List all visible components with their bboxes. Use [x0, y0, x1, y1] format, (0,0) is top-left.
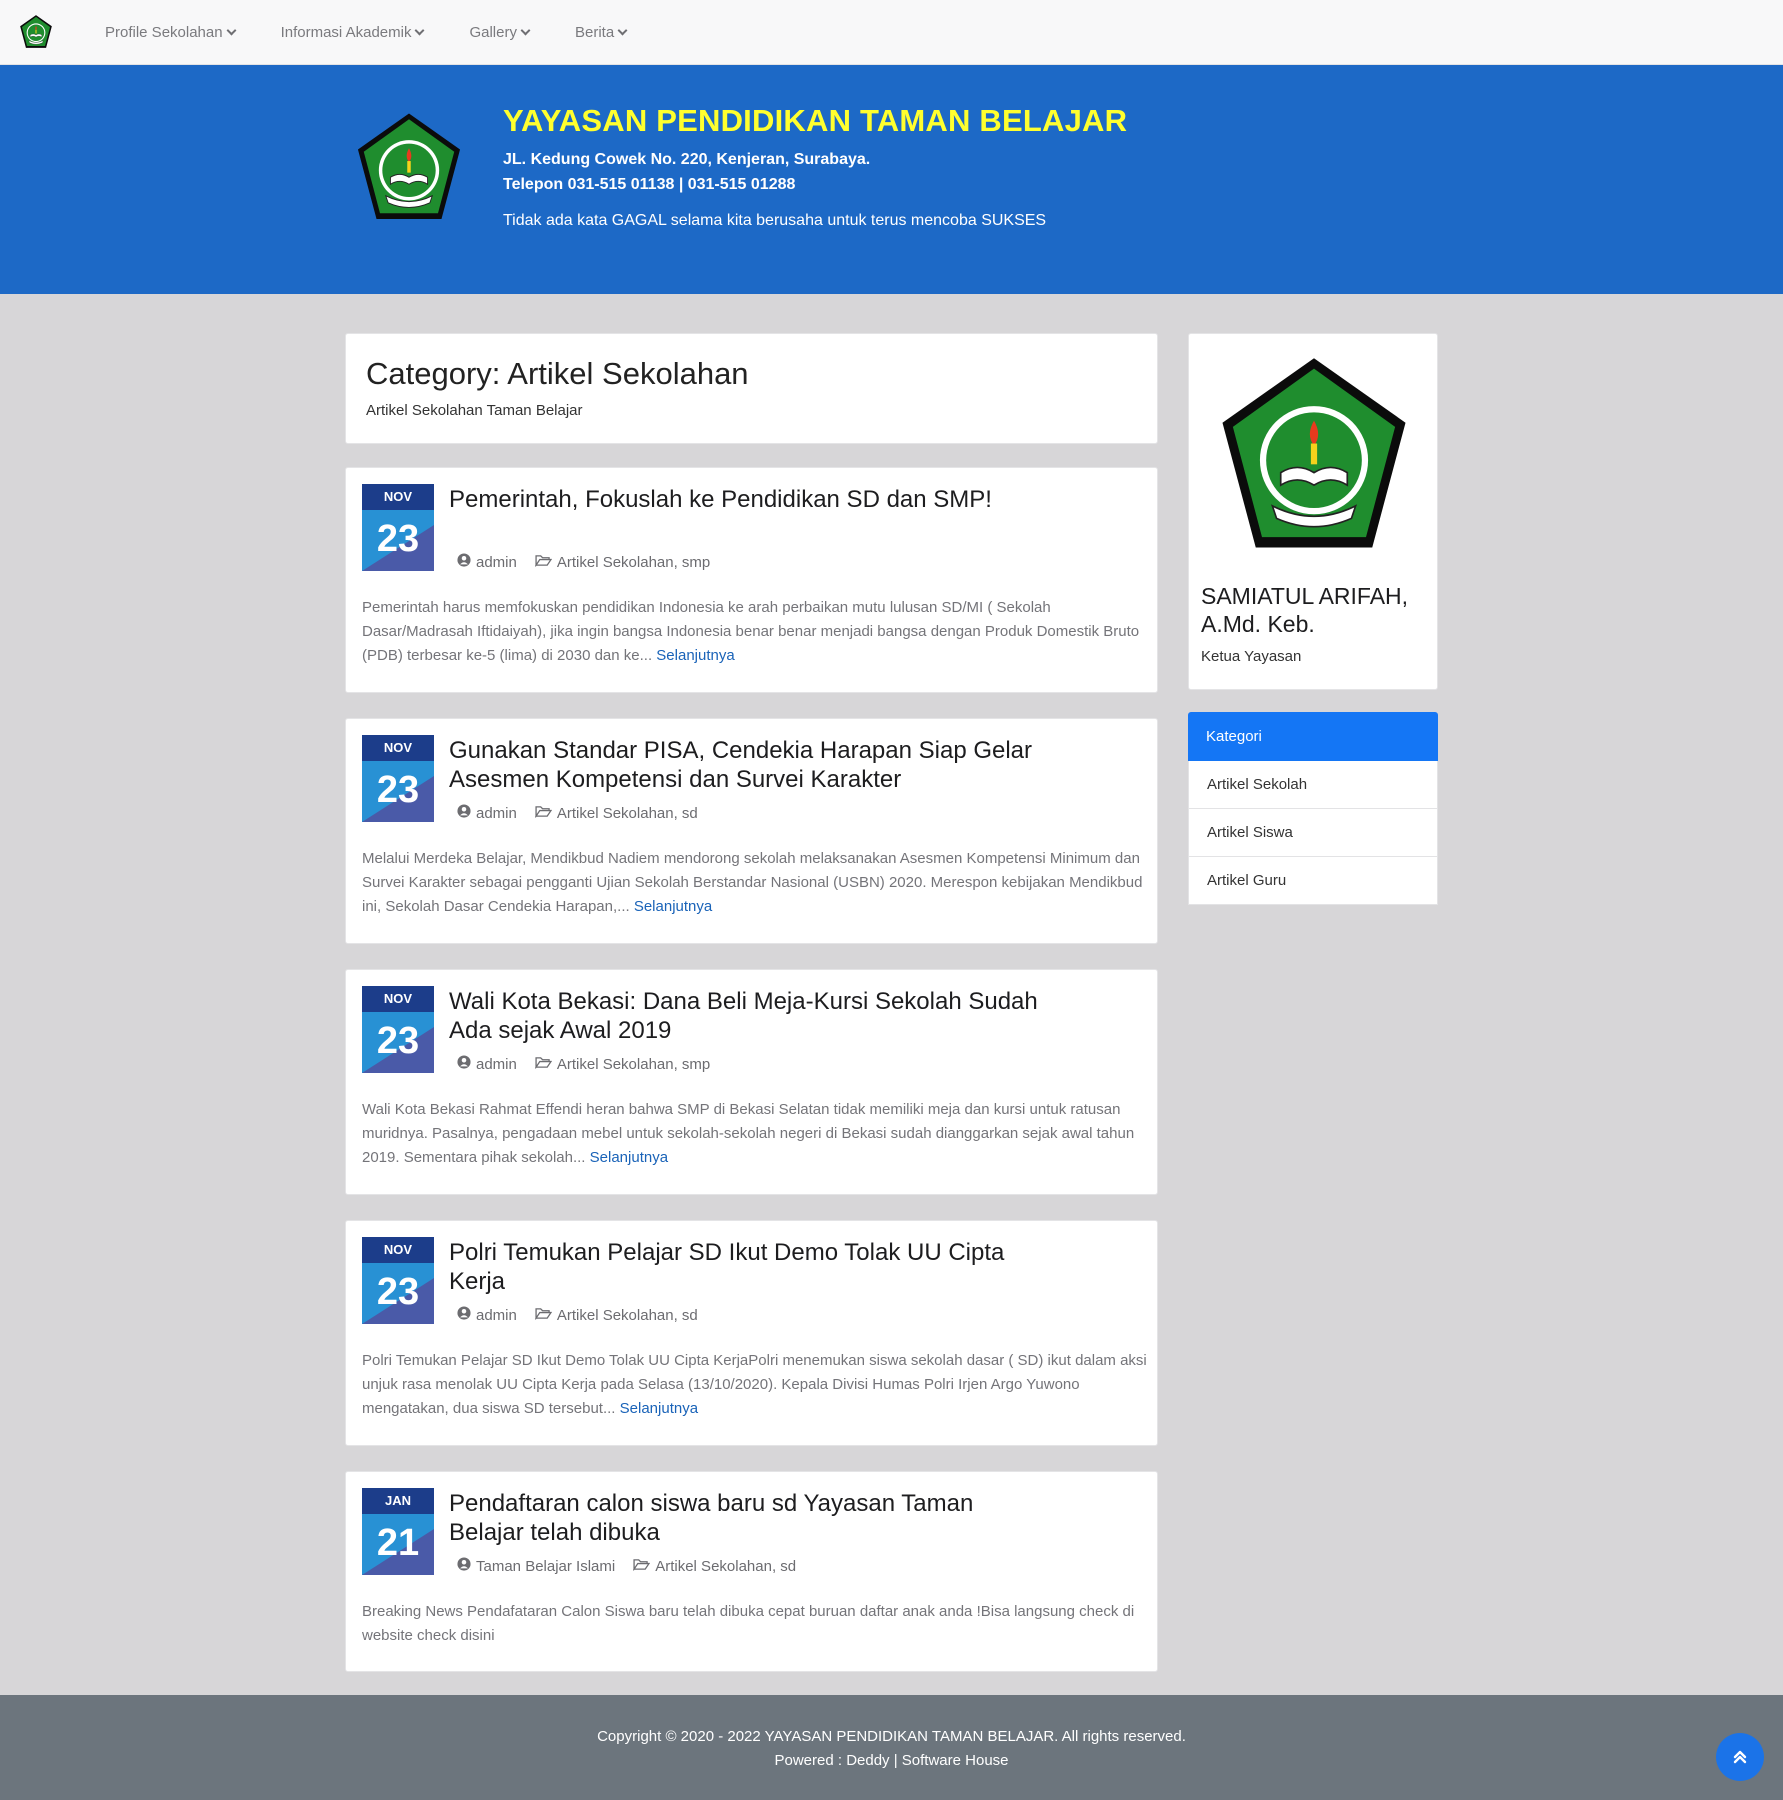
nav-item-label: Informasi Akademik [280, 23, 412, 41]
read-more-link[interactable]: Selanjutnya [620, 1400, 698, 1417]
post-title-link[interactable]: Pendaftaran calon siswa baru sd Yayasan … [449, 1489, 1049, 1547]
foundation-title: YAYASAN PENDIDIKAN TAMAN BELAJAR [503, 103, 1128, 138]
foundation-motto: Tidak ada kata GAGAL selama kita berusah… [503, 212, 1047, 229]
folder-open-icon [534, 805, 553, 822]
post-title-link[interactable]: Pemerintah, Fokuslah ke Pendidikan SD da… [449, 485, 1049, 514]
post-excerpt: Wali Kota Bekasi Rahmat Effendi heran ba… [362, 1101, 1135, 1166]
date-badge: NOV 23 [362, 735, 434, 822]
date-day: 23 [362, 761, 434, 822]
hero-banner: YAYASAN PENDIDIKAN TAMAN BELAJAR JL. Ked… [0, 65, 1783, 294]
post-author[interactable]: Taman Belajar Islami [476, 1558, 615, 1575]
post-title-link[interactable]: Gunakan Standar PISA, Cendekia Harapan S… [449, 736, 1049, 794]
nav-item-profile-sekolahan[interactable]: Profile Sekolahan [105, 23, 237, 41]
read-more-link[interactable]: Selanjutnya [634, 898, 712, 915]
date-badge: NOV 23 [362, 484, 434, 571]
footer-copyright: Copyright © 2020 - 2022 YAYASAN PENDIDIK… [597, 1728, 1186, 1745]
user-circle-icon [457, 1557, 471, 1575]
category-list: Kategori Artikel Sekolah Artikel Siswa A… [1188, 712, 1438, 905]
post-categories[interactable]: Artikel Sekolahan, smp [557, 554, 710, 571]
folder-open-icon [534, 1056, 553, 1073]
post-author[interactable]: admin [476, 1056, 517, 1073]
date-day: 23 [362, 510, 434, 571]
foundation-emblem-icon [1205, 352, 1423, 560]
post-categories[interactable]: Artikel Sekolahan, smp [557, 1056, 710, 1073]
post-excerpt: Pemerintah harus memfokuskan pendidikan … [362, 599, 1140, 664]
category-item-artikel-sekolah[interactable]: Artikel Sekolah [1188, 761, 1438, 809]
post-card: NOV 23 Polri Temukan Pelajar SD Ikut Dem… [345, 1220, 1158, 1446]
double-chevron-up-icon [1733, 1750, 1747, 1764]
date-badge: NOV 23 [362, 1237, 434, 1324]
post-meta: admin Artikel Sekolahan, sd [457, 1306, 698, 1324]
read-more-link[interactable]: Selanjutnya [590, 1149, 668, 1166]
post-card: NOV 23 Wali Kota Bekasi: Dana Beli Meja-… [345, 969, 1158, 1195]
category-description: Artikel Sekolahan Taman Belajar [366, 402, 583, 419]
chevron-down-icon [520, 25, 531, 35]
date-badge: JAN 21 [362, 1488, 434, 1575]
nav-item-label: Gallery [469, 23, 517, 41]
chevron-down-icon [226, 25, 237, 35]
date-month: NOV [362, 1237, 434, 1263]
foundation-emblem-icon [350, 110, 468, 226]
post-author[interactable]: admin [476, 554, 517, 571]
date-badge: NOV 23 [362, 986, 434, 1073]
post-meta: admin Artikel Sekolahan, smp [457, 553, 710, 571]
folder-open-icon [633, 1558, 651, 1575]
date-month: NOV [362, 986, 434, 1012]
post-categories[interactable]: Artikel Sekolahan, sd [655, 1558, 796, 1575]
chevron-down-icon [617, 25, 628, 35]
scroll-to-top-button[interactable] [1716, 1733, 1764, 1781]
nav-item-gallery[interactable]: Gallery [469, 23, 531, 41]
post-title-link[interactable]: Wali Kota Bekasi: Dana Beli Meja-Kursi S… [449, 987, 1049, 1045]
category-item-artikel-guru[interactable]: Artikel Guru [1188, 857, 1438, 905]
chevron-down-icon [415, 25, 425, 35]
post-meta: admin Artikel Sekolahan, smp [457, 1055, 710, 1073]
profile-card: SAMIATUL ARIFAH, A.Md. Keb. Ketua Yayasa… [1188, 333, 1438, 690]
post-excerpt: Melalui Merdeka Belajar, Mendikbud Nadie… [362, 850, 1143, 915]
post-author[interactable]: admin [476, 805, 517, 822]
top-navbar: Profile Sekolahan Informasi Akademik Gal… [0, 0, 1783, 65]
post-author[interactable]: admin [476, 1307, 517, 1324]
date-month: NOV [362, 735, 434, 761]
post-categories[interactable]: Artikel Sekolahan, sd [557, 1307, 698, 1324]
footer-powered-by: Powered : Deddy | Software House [774, 1752, 1009, 1769]
post-categories[interactable]: Artikel Sekolahan, sd [557, 805, 698, 822]
date-month: NOV [362, 484, 434, 510]
school-logo-icon[interactable] [18, 14, 54, 50]
profile-name: SAMIATUL ARIFAH, A.Md. Keb. [1201, 583, 1409, 637]
post-card: JAN 21 Pendaftaran calon siswa baru sd Y… [345, 1471, 1158, 1672]
user-circle-icon [457, 553, 471, 571]
post-excerpt: Polri Temukan Pelajar SD Ikut Demo Tolak… [362, 1352, 1147, 1417]
nav-menu: Profile Sekolahan Informasi Akademik Gal… [79, 0, 628, 64]
nav-item-label: Berita [574, 23, 615, 41]
folder-open-icon [534, 554, 553, 571]
post-meta: admin Artikel Sekolahan, sd [457, 804, 698, 822]
page-title: Category: Artikel Sekolahan [366, 356, 749, 391]
category-header-card: Category: Artikel Sekolahan Artikel Seko… [345, 333, 1158, 444]
post-card: NOV 23 Pemerintah, Fokuslah ke Pendidika… [345, 467, 1158, 693]
user-circle-icon [457, 804, 471, 822]
folder-open-icon [534, 1307, 553, 1324]
nav-item-informasi-akademik[interactable]: Informasi Akademik [280, 23, 425, 41]
post-meta: Taman Belajar Islami Artikel Sekolahan, … [457, 1557, 796, 1575]
foundation-address: JL. Kedung Cowek No. 220, Kenjeran, Sura… [503, 151, 871, 168]
foundation-phone: Telepon 031-515 01138 | 031-515 01288 [503, 176, 796, 193]
date-day: 23 [362, 1263, 434, 1324]
post-excerpt: Breaking News Pendafataran Calon Siswa b… [362, 1603, 1135, 1644]
read-more-link[interactable]: Selanjutnya [656, 647, 734, 664]
nav-item-berita[interactable]: Berita [574, 23, 628, 41]
date-day: 21 [362, 1514, 434, 1575]
category-list-header[interactable]: Kategori [1188, 712, 1438, 761]
user-circle-icon [457, 1306, 471, 1324]
date-day: 23 [362, 1012, 434, 1073]
profile-role: Ketua Yayasan [1201, 648, 1302, 665]
date-month: JAN [362, 1488, 434, 1514]
post-card: NOV 23 Gunakan Standar PISA, Cendekia Ha… [345, 718, 1158, 944]
user-circle-icon [457, 1055, 471, 1073]
post-title-link[interactable]: Polri Temukan Pelajar SD Ikut Demo Tolak… [449, 1238, 1049, 1296]
category-item-artikel-siswa[interactable]: Artikel Siswa [1188, 809, 1438, 857]
page-footer: Copyright © 2020 - 2022 YAYASAN PENDIDIK… [0, 1695, 1783, 1800]
nav-item-label: Profile Sekolahan [105, 23, 223, 41]
